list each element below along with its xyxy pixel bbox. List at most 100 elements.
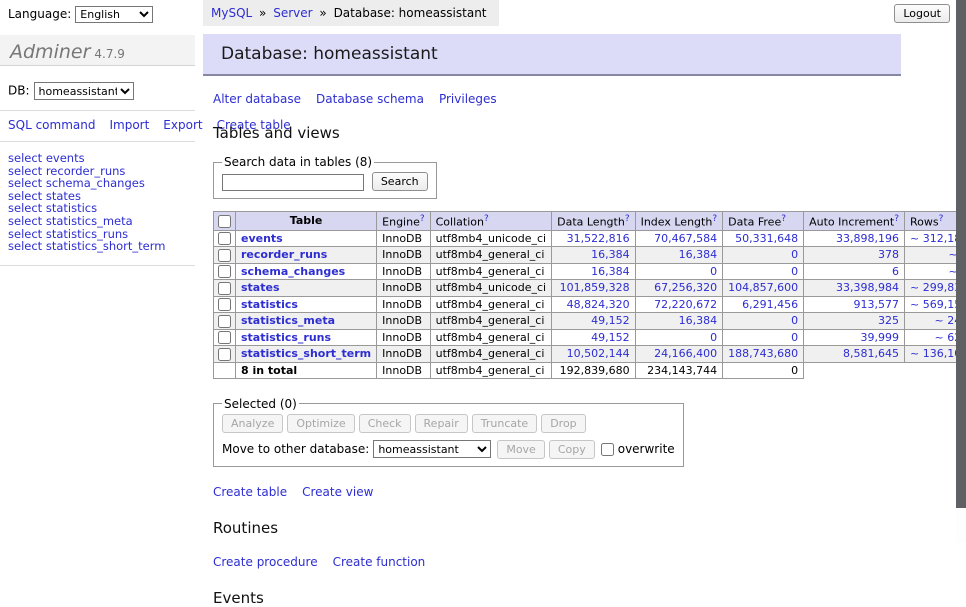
db-nav-link[interactable]: Database schema (316, 92, 424, 106)
page-title: Database: homeassistant (203, 34, 901, 76)
bulk-truncate-button[interactable]: Truncate (472, 414, 537, 433)
move-label: Move to other database: (222, 442, 369, 456)
scrollbar-track[interactable] (956, 0, 966, 543)
bulk-analyze-button[interactable]: Analyze (222, 414, 283, 433)
db-label: DB: (8, 84, 30, 98)
auto-increment-link[interactable]: 8,581,645 (843, 347, 899, 360)
sidebar-table-list: select eventsselect recorder_runsselect … (0, 142, 195, 266)
data-free-link[interactable]: 0 (791, 331, 798, 344)
scrollbar-thumb[interactable] (956, 0, 966, 508)
index-length-link[interactable]: 0 (710, 265, 717, 278)
create-link[interactable]: Create table (213, 485, 287, 499)
auto-increment-link[interactable]: 33,398,984 (836, 281, 899, 294)
sidebar-select-link[interactable]: select schema_changes (8, 177, 187, 190)
table-name-link[interactable]: states (241, 281, 280, 294)
column-header-engine: Engine? (377, 212, 430, 231)
row-checkbox[interactable] (218, 265, 231, 278)
data-length-link[interactable]: 49,152 (591, 314, 630, 327)
db-nav-link[interactable]: Alter database (213, 92, 301, 106)
auto-increment-link[interactable]: 6 (892, 265, 899, 278)
help-link[interactable]: ? (712, 214, 717, 224)
data-free-link[interactable]: 104,857,600 (728, 281, 798, 294)
data-length-link[interactable]: 16,384 (591, 248, 630, 261)
data-free-link[interactable]: 6,291,456 (742, 298, 798, 311)
row-checkbox[interactable] (218, 249, 231, 262)
table-name-link[interactable]: schema_changes (241, 265, 345, 278)
sidebar-action-link[interactable]: Import (109, 118, 149, 132)
select-all-checkbox[interactable] (218, 215, 231, 228)
help-link[interactable]: ? (939, 214, 944, 224)
sidebar-action-link[interactable]: Export (163, 118, 202, 132)
index-length-link[interactable]: 16,384 (679, 314, 718, 327)
db-select[interactable]: homeassistant (34, 82, 134, 100)
index-length-link[interactable]: 72,220,672 (654, 298, 717, 311)
language-select[interactable]: English (75, 6, 153, 23)
data-free-link[interactable]: 188,743,680 (728, 347, 798, 360)
data-length-link[interactable]: 31,522,816 (567, 232, 630, 245)
engine-cell: InnoDB (377, 263, 430, 280)
overwrite-checkbox[interactable] (601, 443, 614, 456)
table-name-link[interactable]: statistics_runs (241, 331, 331, 344)
help-link[interactable]: ? (625, 214, 630, 224)
index-length-link[interactable]: 67,256,320 (654, 281, 717, 294)
breadcrumb-link-mysql[interactable]: MySQL (211, 6, 252, 20)
column-header-data-length: Data Length? (552, 212, 635, 231)
table-name-link[interactable]: events (241, 232, 283, 245)
search-input[interactable] (222, 174, 364, 191)
table-name-link[interactable]: statistics (241, 298, 298, 311)
row-checkbox[interactable] (218, 348, 231, 361)
bulk-drop-button[interactable]: Drop (541, 414, 585, 433)
sidebar-select-link[interactable]: select statistics_meta (8, 215, 187, 228)
auto-increment-link[interactable]: 913,577 (854, 298, 900, 311)
index-length-link[interactable]: 0 (710, 331, 717, 344)
data-length-link[interactable]: 10,502,144 (567, 347, 630, 360)
row-checkbox[interactable] (218, 298, 231, 311)
row-checkbox[interactable] (218, 315, 231, 328)
bulk-repair-button[interactable]: Repair (415, 414, 468, 433)
table-name-cell: statistics (236, 296, 377, 313)
table-name-link[interactable]: recorder_runs (241, 248, 327, 261)
routine-create-link[interactable]: Create procedure (213, 555, 318, 569)
row-checkbox[interactable] (218, 282, 231, 295)
collation-cell: utf8mb4_general_ci (430, 313, 551, 330)
bulk-check-button[interactable]: Check (359, 414, 411, 433)
table-name-link[interactable]: statistics_short_term (241, 347, 371, 360)
index-length-link[interactable]: 16,384 (679, 248, 718, 261)
db-nav-link[interactable]: Privileges (439, 92, 497, 106)
auto-increment-link[interactable]: 378 (878, 248, 899, 261)
breadcrumb-link-server[interactable]: Server (273, 6, 312, 20)
logout-button[interactable]: Logout (894, 4, 950, 23)
index-length-link[interactable]: 24,166,400 (654, 347, 717, 360)
create-link[interactable]: Create view (302, 485, 373, 499)
data-free-link[interactable]: 0 (791, 265, 798, 278)
bulk-optimize-button[interactable]: Optimize (287, 414, 354, 433)
help-link[interactable]: ? (781, 214, 786, 224)
sidebar-action-link[interactable]: SQL command (8, 118, 95, 132)
auto-increment-link[interactable]: 325 (878, 314, 899, 327)
data-free-link[interactable]: 0 (791, 248, 798, 261)
data-free-link[interactable]: 50,331,648 (735, 232, 798, 245)
search-button[interactable]: Search (372, 172, 428, 191)
row-select-cell (214, 247, 236, 264)
data-length-link[interactable]: 101,859,328 (560, 281, 630, 294)
move-db-select[interactable]: homeassistant (373, 440, 491, 458)
auto-increment-link[interactable]: 33,898,196 (836, 232, 899, 245)
sidebar-select-link[interactable]: select statistics_short_term (8, 240, 187, 253)
routine-create-link[interactable]: Create function (333, 555, 426, 569)
data-free-cell: 0 (723, 263, 804, 280)
row-checkbox[interactable] (218, 232, 231, 245)
data-length-link[interactable]: 48,824,320 (567, 298, 630, 311)
move-button[interactable]: Move (497, 440, 545, 459)
table-name-link[interactable]: statistics_meta (241, 314, 335, 327)
data-length-link[interactable]: 49,152 (591, 331, 630, 344)
help-link[interactable]: ? (484, 214, 489, 224)
auto-increment-link[interactable]: 39,999 (861, 331, 900, 344)
sidebar-select-link[interactable]: select events (8, 152, 187, 165)
data-free-link[interactable]: 0 (791, 314, 798, 327)
row-checkbox[interactable] (218, 331, 231, 344)
help-link[interactable]: ? (894, 214, 899, 224)
data-length-link[interactable]: 16,384 (591, 265, 630, 278)
index-length-link[interactable]: 70,467,584 (654, 232, 717, 245)
help-link[interactable]: ? (420, 214, 425, 224)
copy-button[interactable]: Copy (549, 440, 595, 459)
